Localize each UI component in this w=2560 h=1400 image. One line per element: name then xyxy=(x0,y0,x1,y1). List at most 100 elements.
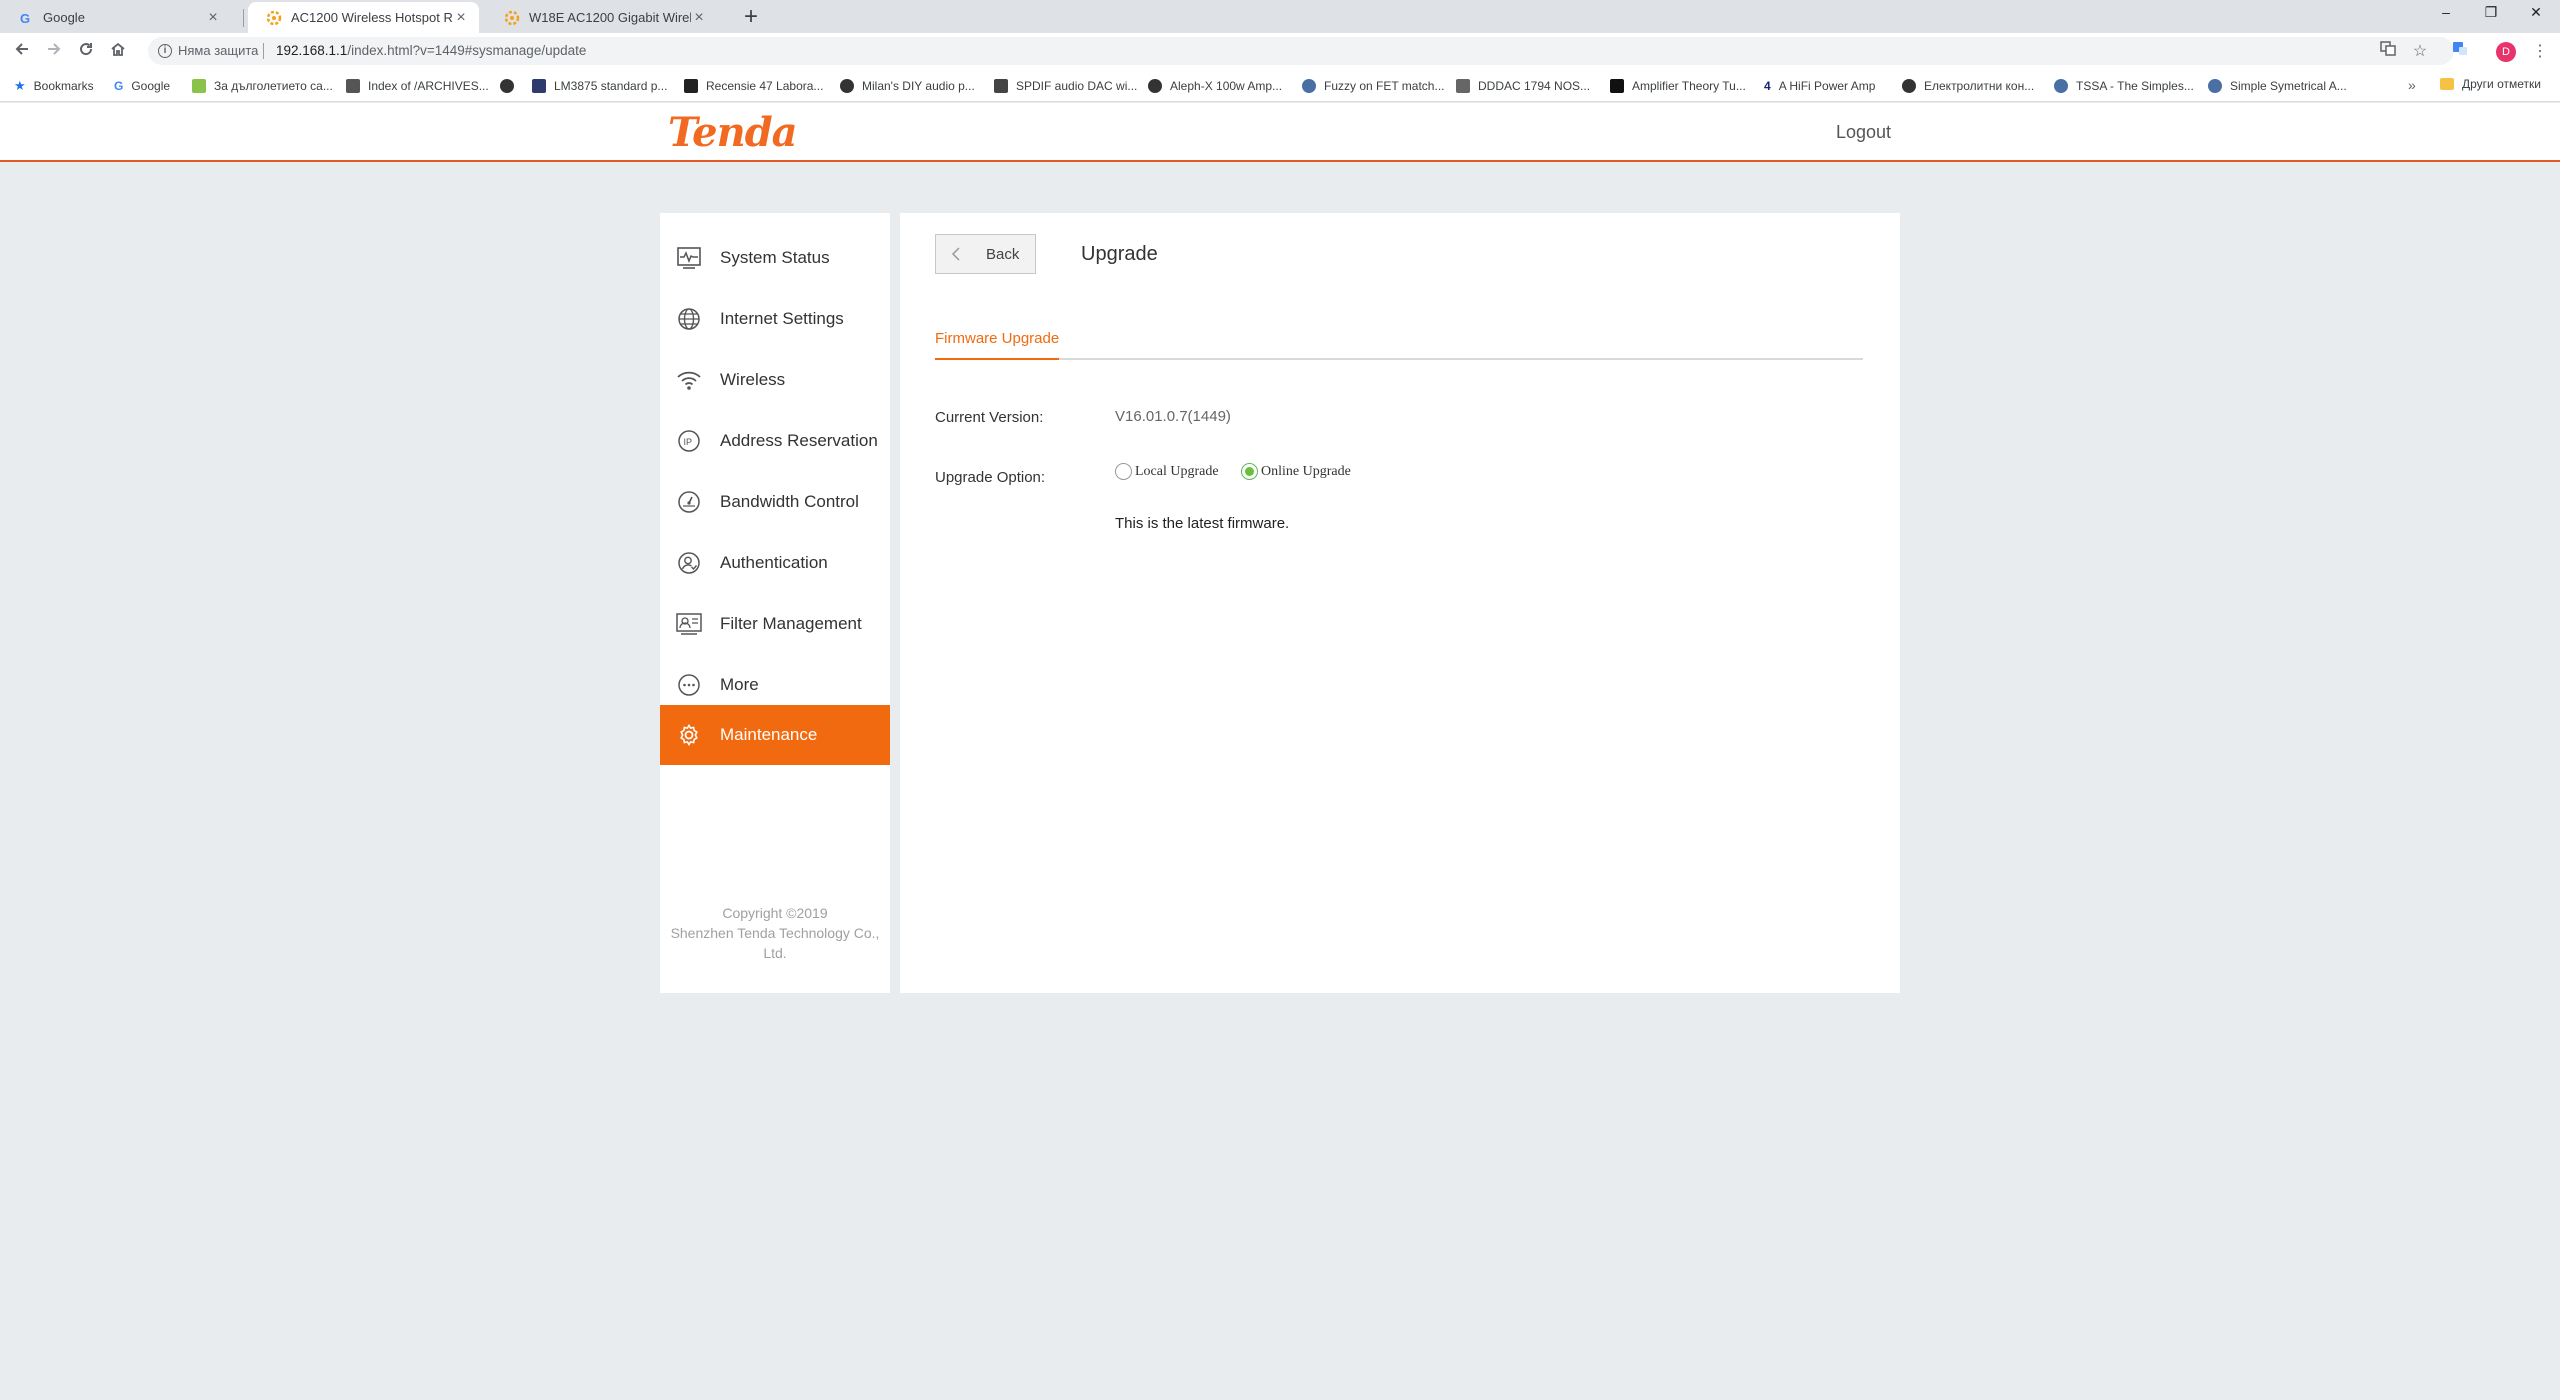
nav-item-address-reservation[interactable]: IP Address Reservation xyxy=(660,411,890,471)
security-label: Няма защита xyxy=(178,43,259,58)
radio-circle xyxy=(1115,463,1132,480)
nav-label: More xyxy=(720,675,759,694)
copyright-line: Ltd. xyxy=(763,945,787,961)
bookmark-item[interactable]: Milan's DIY audio p... xyxy=(840,77,975,95)
bookmark-item[interactable]: 4 A HiFi Power Amp xyxy=(1764,77,1875,95)
other-bookmarks[interactable]: Други отметки xyxy=(2440,77,2541,91)
address-bar[interactable]: i Няма защита 192.168.1.1/index.html?v=1… xyxy=(148,37,2454,65)
bookmark-label: Електролитни кон... xyxy=(1924,79,2035,93)
bookmark-bookmarks[interactable]: ★ Bookmarks xyxy=(14,77,94,95)
gauge-icon xyxy=(676,489,702,515)
translate-icon[interactable] xyxy=(2376,40,2400,64)
bookmark-item[interactable]: SPDIF audio DAC wi... xyxy=(994,77,1137,95)
nav-label: Internet Settings xyxy=(720,309,844,328)
bookmarks-bar: ★ Bookmarks G Google За дълголетието са...… xyxy=(0,70,2560,102)
bookmark-label: Amplifier Theory Tu... xyxy=(1632,79,1746,93)
nav-item-system-status[interactable]: System Status xyxy=(660,228,890,288)
browser-tab-title: Google xyxy=(43,10,85,25)
radio-local-upgrade[interactable]: Local Upgrade xyxy=(1115,463,1219,480)
nav-item-bandwidth-control[interactable]: Bandwidth Control xyxy=(660,472,890,532)
current-version-value: V16.01.0.7(1449) xyxy=(1115,408,1231,425)
nav-item-internet-settings[interactable]: Internet Settings xyxy=(660,289,890,349)
page-title: Upgrade xyxy=(1081,243,1158,265)
bookmark-item[interactable]: Amplifier Theory Tu... xyxy=(1610,77,1746,95)
extension-translate-icon[interactable] xyxy=(2448,40,2472,64)
site-icon xyxy=(994,79,1008,93)
nav-item-wireless[interactable]: Wireless xyxy=(660,350,890,410)
bookmark-item[interactable]: Recensie 47 Labora... xyxy=(684,77,823,95)
home-icon[interactable] xyxy=(106,40,130,64)
more-bookmarks-chevron-icon[interactable]: » xyxy=(2408,77,2416,93)
bookmark-label: Bookmarks xyxy=(33,79,94,93)
browser-tabstrip: G Google × AC1200 Wireless Hotspot Route… xyxy=(0,0,2560,33)
system-status-icon xyxy=(676,245,702,271)
bookmark-item[interactable] xyxy=(500,77,522,95)
reload-icon[interactable] xyxy=(74,40,98,64)
bookmark-item[interactable]: Електролитни кон... xyxy=(1902,77,2034,95)
nav-label: Bandwidth Control xyxy=(720,492,859,511)
profile-avatar[interactable]: D xyxy=(2496,42,2516,62)
tab-firmware-upgrade[interactable]: Firmware Upgrade xyxy=(935,328,1060,360)
url-path: /index.html?v=1449#sysmanage/update xyxy=(347,43,587,58)
bookmark-item[interactable]: LM3875 standard p... xyxy=(532,77,667,95)
tab-separator xyxy=(243,9,244,27)
google-icon: G xyxy=(114,79,124,93)
site-icon xyxy=(1302,79,1316,93)
tab-bar: Firmware Upgrade xyxy=(935,328,1863,360)
info-icon[interactable]: i xyxy=(158,44,172,58)
nav-item-maintenance[interactable]: Maintenance xyxy=(660,705,890,765)
close-window-button[interactable]: ✕ xyxy=(2521,4,2551,21)
nav-item-filter-management[interactable]: Filter Management xyxy=(660,594,890,654)
close-tab-icon[interactable]: × xyxy=(205,9,221,27)
browser-tab-router[interactable]: AC1200 Wireless Hotspot Router × xyxy=(248,2,479,33)
forward-arrow-icon[interactable] xyxy=(42,40,66,64)
browser-tab-google[interactable]: G Google × xyxy=(0,2,231,33)
bookmark-item[interactable]: За дълголетието са... xyxy=(192,77,333,95)
radio-online-upgrade[interactable]: Online Upgrade xyxy=(1241,463,1351,480)
bookmark-label: Fuzzy on FET match... xyxy=(1324,79,1445,93)
ip-icon: IP xyxy=(676,428,702,454)
bookmark-item[interactable]: Aleph-X 100w Amp... xyxy=(1148,77,1282,95)
nav-label: System Status xyxy=(720,248,830,267)
more-icon xyxy=(676,672,702,698)
close-tab-icon[interactable]: × xyxy=(691,9,707,27)
close-tab-icon[interactable]: × xyxy=(453,9,469,27)
back-button[interactable]: Back xyxy=(935,234,1036,274)
browser-tab-w18e[interactable]: W18E AC1200 Gigabit Wireless H × xyxy=(486,2,717,33)
current-version-label: Current Version: xyxy=(935,409,1044,426)
bookmark-item[interactable]: TSSA - The Simples... xyxy=(2054,77,2194,95)
bookmark-item[interactable]: Fuzzy on FET match... xyxy=(1302,77,1444,95)
copyright: Copyright ©2019 Shenzhen Tenda Technolog… xyxy=(660,903,890,963)
bookmark-label: Index of /ARCHIVES... xyxy=(368,79,489,93)
user-check-icon xyxy=(676,550,702,576)
site-icon xyxy=(1456,79,1470,93)
site-icon xyxy=(2054,79,2068,93)
tenda-icon xyxy=(504,10,520,25)
filter-card-icon xyxy=(676,611,702,637)
bookmark-item[interactable]: Index of /ARCHIVES... xyxy=(346,77,489,95)
bookmark-label: За дълголетието са... xyxy=(214,79,333,93)
globe-icon xyxy=(1902,79,1916,93)
wifi-icon xyxy=(676,367,702,393)
url-text[interactable]: 192.168.1.1/index.html?v=1449#sysmanage/… xyxy=(276,43,586,58)
chevron-left-icon xyxy=(951,247,960,261)
back-arrow-icon[interactable] xyxy=(10,40,34,64)
browser-tab-title: AC1200 Wireless Hotspot Router xyxy=(291,10,453,25)
nav-item-authentication[interactable]: Authentication xyxy=(660,533,890,593)
bookmark-item[interactable]: Simple Symetrical A... xyxy=(2208,77,2347,95)
site-icon xyxy=(532,79,546,93)
upgrade-option-label: Upgrade Option: xyxy=(935,469,1046,486)
bookmark-label: DDDAC 1794 NOS... xyxy=(1478,79,1591,93)
restore-button[interactable]: ❐ xyxy=(2476,4,2506,21)
star-bookmark-icon[interactable]: ☆ xyxy=(2408,40,2432,64)
new-tab-button[interactable]: + xyxy=(737,3,765,31)
nav-label: Authentication xyxy=(720,553,828,572)
minimize-button[interactable]: – xyxy=(2431,4,2461,20)
bookmark-item[interactable]: DDDAC 1794 NOS... xyxy=(1456,77,1590,95)
bookmark-item[interactable]: G Google xyxy=(114,77,170,95)
brand-logo: Tenda xyxy=(668,109,798,156)
site-icon xyxy=(1610,79,1624,93)
menu-kebab-icon[interactable]: ⋮ xyxy=(2528,40,2552,64)
logout-link[interactable]: Logout xyxy=(1836,122,1891,143)
bookmark-label: SPDIF audio DAC wi... xyxy=(1016,79,1138,93)
